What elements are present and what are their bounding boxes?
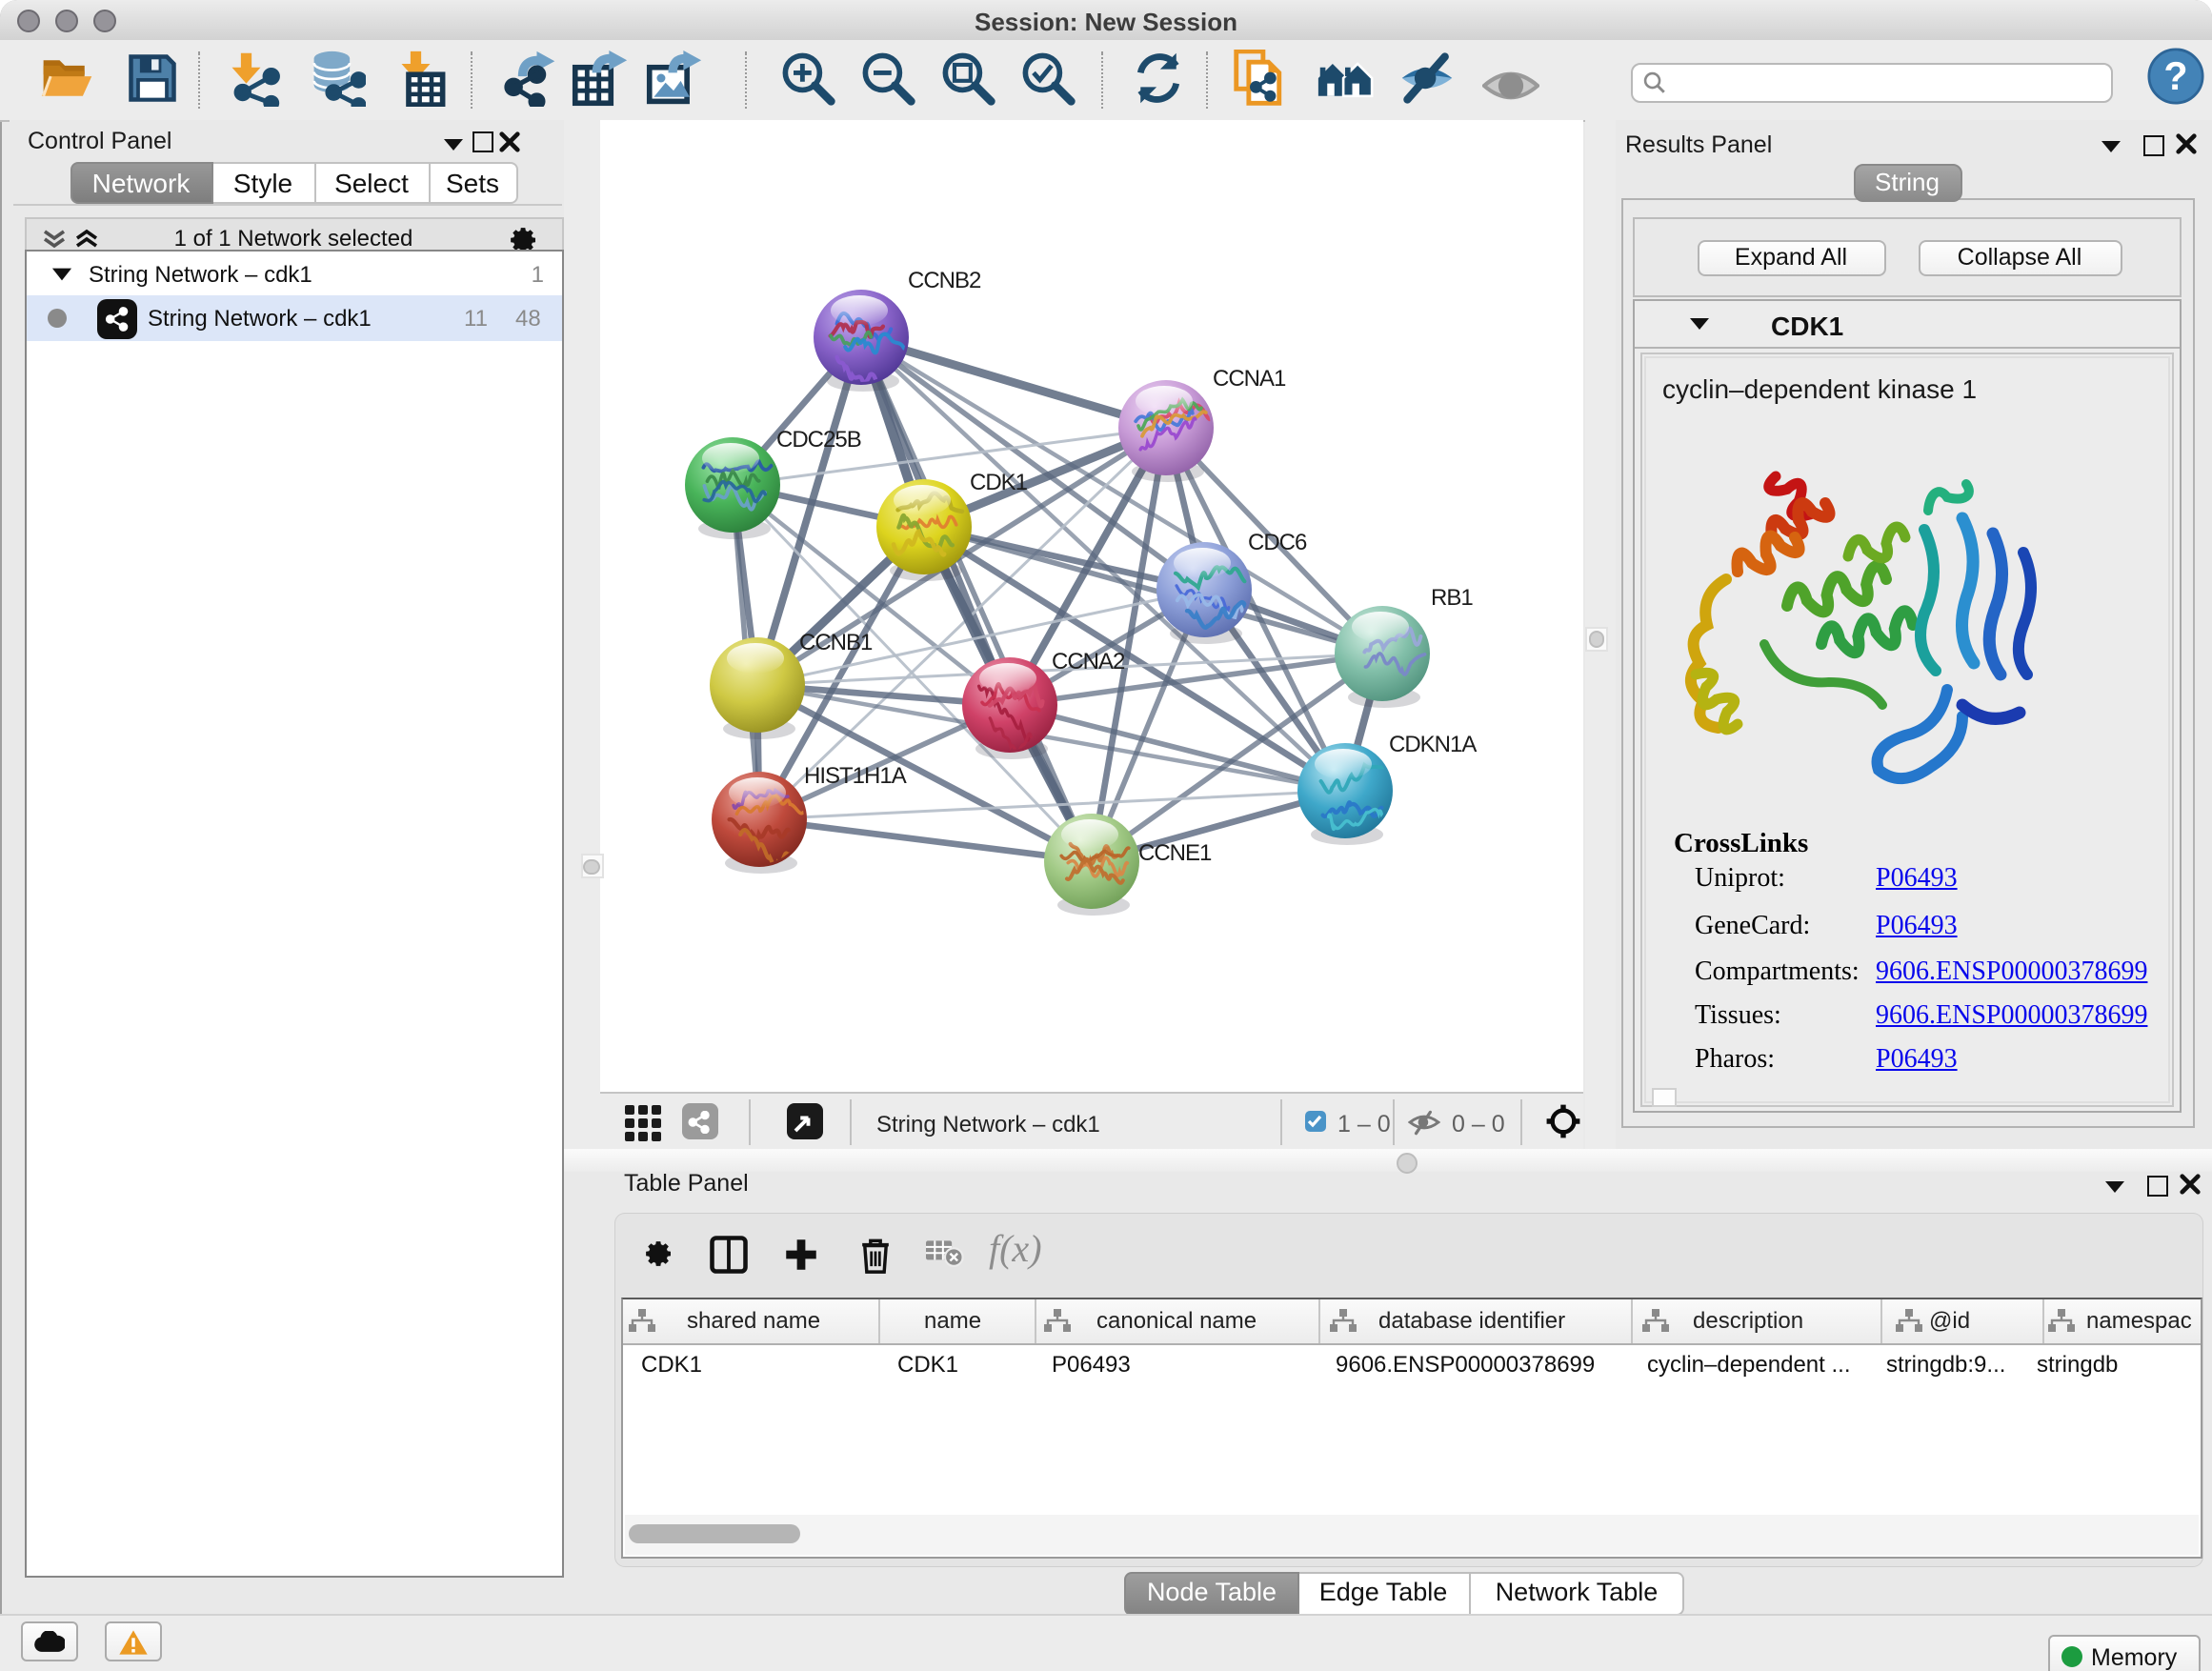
svg-text:CDC25B: CDC25B — [776, 427, 861, 453]
svg-text:CCNB2: CCNB2 — [908, 268, 981, 293]
svg-text:RB1: RB1 — [1431, 585, 1473, 611]
svg-text:CDKN1A: CDKN1A — [1389, 732, 1477, 757]
svg-text:CCNE1: CCNE1 — [1138, 840, 1212, 866]
svg-text:?: ? — [2163, 54, 2187, 98]
svg-text:HIST1H1A: HIST1H1A — [804, 763, 907, 789]
svg-text:CCNA1: CCNA1 — [1213, 366, 1286, 392]
svg-text:CCNA2: CCNA2 — [1052, 649, 1125, 674]
svg-text:CDK1: CDK1 — [970, 470, 1028, 495]
svg-text:CDC6: CDC6 — [1248, 530, 1307, 555]
svg-text:CCNB1: CCNB1 — [799, 630, 873, 655]
